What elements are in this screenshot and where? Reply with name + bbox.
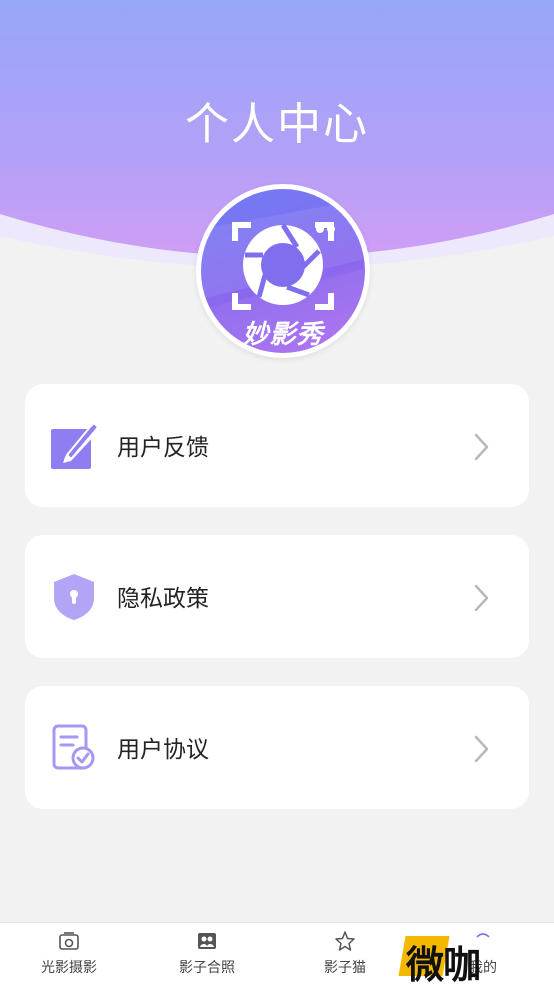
- tab-label: 光影摄影: [41, 960, 97, 976]
- menu-item-label: 隐私政策: [117, 586, 209, 612]
- tab-shadow-group-photo[interactable]: 影子合照: [138, 923, 276, 984]
- star-icon: [335, 931, 355, 951]
- shield-lock-icon: [54, 574, 94, 620]
- menu-item-feedback[interactable]: 用户反馈: [25, 384, 529, 507]
- menu-item-label: 用户反馈: [117, 435, 209, 461]
- group-photo-icon: [198, 933, 216, 949]
- logo-text: 妙影秀: [242, 320, 324, 350]
- camera-frame-icon: [59, 932, 79, 950]
- tab-shadow-cat[interactable]: 影子猫: [276, 923, 414, 984]
- menu-item-label: 用户协议: [117, 737, 209, 763]
- tab-label: 影子合照: [179, 960, 235, 976]
- document-check-icon: [52, 724, 95, 770]
- edit-icon: [51, 421, 99, 469]
- avatar[interactable]: 妙影秀: [196, 184, 370, 358]
- chevron-right-icon: [474, 735, 489, 763]
- tab-light-photography[interactable]: 光影摄影: [0, 923, 138, 984]
- app-logo: 妙影秀: [201, 189, 365, 353]
- chevron-right-icon: [474, 584, 489, 612]
- chevron-right-icon: [474, 433, 489, 461]
- watermark-text: 微咖: [406, 943, 481, 984]
- page-title: 个人中心: [185, 99, 369, 150]
- menu-item-privacy[interactable]: 隐私政策: [25, 535, 529, 658]
- tab-label: 影子猫: [324, 960, 366, 976]
- watermark-logo: 微咖: [398, 932, 510, 984]
- menu-item-agreement[interactable]: 用户协议: [25, 686, 529, 809]
